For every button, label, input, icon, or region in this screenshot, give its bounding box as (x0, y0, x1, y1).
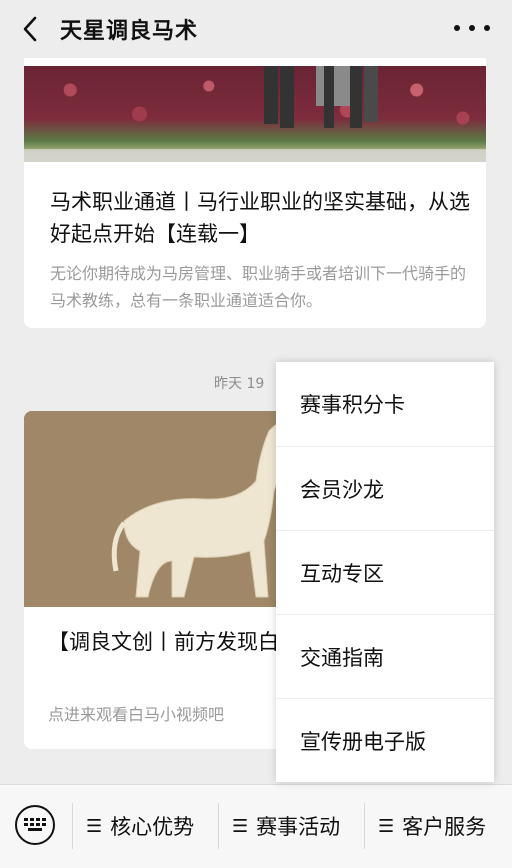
more-dot (454, 25, 460, 31)
divider (218, 803, 219, 849)
menu-tab-label: 客户服务 (402, 815, 487, 839)
more-button[interactable] (454, 18, 490, 38)
article-title: 马术职业通道丨马行业职业的坚实基础，从选好起点开始【连载一】 (50, 190, 470, 246)
divider (364, 803, 365, 849)
menu-tab-customer-service[interactable]: ☰ 客户服务 (378, 805, 486, 847)
article-card[interactable]: 马术职业通道丨马行业职业的坚实基础，从选好起点开始【连载一】 无论你期待成为马房… (24, 36, 486, 328)
menu-item-brochure[interactable]: 宣传册电子版 (276, 698, 494, 782)
menu-tab-core-advantages[interactable]: ☰ 核心优势 (86, 805, 194, 847)
chevron-left-icon (23, 16, 37, 42)
menu-icon: ☰ (86, 815, 103, 837)
menu-icon: ☰ (232, 815, 249, 837)
menu-item-interactive-zone[interactable]: 互动专区 (276, 530, 494, 614)
page-title: 天星调良马术 (60, 19, 199, 44)
bottom-menu-bar: ☰ 核心优势 ☰ 赛事活动 ☰ 客户服务 (0, 784, 512, 868)
menu-icon: ☰ (378, 815, 395, 837)
keyboard-button[interactable] (15, 805, 55, 845)
keyboard-icon (24, 818, 46, 831)
article-cover-image (24, 66, 486, 162)
nav-bar: 天星调良马术 (0, 0, 512, 58)
back-button[interactable] (16, 14, 44, 44)
menu-tab-label: 赛事活动 (256, 815, 341, 839)
more-dot (469, 25, 475, 31)
menu-item-member-salon[interactable]: 会员沙龙 (276, 446, 494, 530)
message-time: 昨天 19 (214, 376, 265, 392)
submenu-popup: 赛事积分卡 会员沙龙 互动专区 交通指南 宣传册电子版 (276, 362, 494, 782)
menu-item-traffic-guide[interactable]: 交通指南 (276, 614, 494, 698)
article-summary: 无论你期待成为马房管理、职业骑手或者培训下一代骑手的马术教练，总有一条职业通道适… (50, 264, 467, 310)
more-dot (484, 25, 490, 31)
menu-tab-events[interactable]: ☰ 赛事活动 (232, 805, 340, 847)
divider (72, 803, 73, 849)
menu-item-points-card[interactable]: 赛事积分卡 (276, 362, 494, 446)
menu-tab-label: 核心优势 (110, 815, 195, 839)
